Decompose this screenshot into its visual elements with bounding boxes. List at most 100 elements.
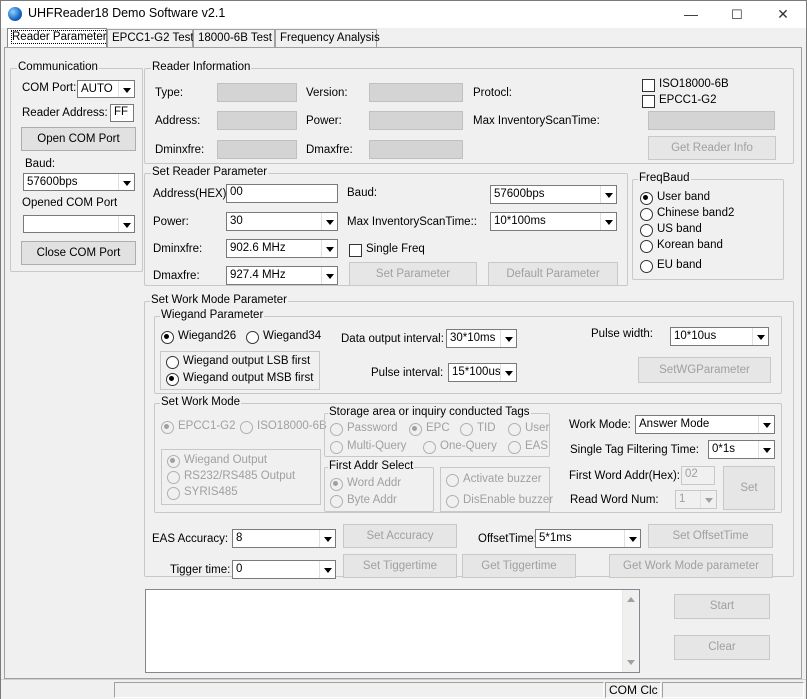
set-dminfre-select[interactable]: 902.6 MHz xyxy=(226,239,338,258)
log-scrollbar[interactable] xyxy=(622,590,639,672)
wiegand-parameter-title: Wiegand Parameter xyxy=(160,309,265,321)
reader-address-input[interactable]: FF xyxy=(110,104,134,122)
chevron-down-icon xyxy=(758,441,774,458)
iso18000-6b-checkbox[interactable]: ISO18000-6B xyxy=(642,78,729,92)
work-mode-epcc1g2-radio[interactable]: EPCC1-G2 xyxy=(161,420,236,434)
msb-first-radio[interactable]: Wiegand output MSB first xyxy=(166,372,313,386)
reader-information-title: Reader Information xyxy=(151,61,252,73)
set-max-inventory-select[interactable]: 10*100ms xyxy=(490,212,617,231)
pulse-interval-value: 15*100us xyxy=(452,366,501,378)
work-mode-iso18000-radio[interactable]: ISO18000-6B xyxy=(240,420,327,434)
tigger-time-select[interactable]: 0 xyxy=(232,560,336,579)
set-wg-parameter-button[interactable]: SetWGParameter xyxy=(638,357,771,383)
scroll-down-icon[interactable] xyxy=(627,660,635,665)
power-readout xyxy=(369,111,463,130)
wiegand34-radio[interactable]: Wiegand34 xyxy=(246,330,321,344)
set-work-mode-button[interactable]: Set xyxy=(723,466,775,510)
eu-band-radio[interactable]: EU band xyxy=(640,259,702,273)
offset-time-select[interactable]: 5*1ms xyxy=(535,529,641,548)
tab-epcc1-g2-test[interactable]: EPCC1-G2 Test xyxy=(107,29,194,48)
set-power-label: Power: xyxy=(153,216,189,228)
get-reader-info-button[interactable]: Get Reader Info xyxy=(648,136,776,160)
read-word-num-select[interactable]: 1 xyxy=(675,490,717,509)
address-readout xyxy=(217,111,297,130)
word-addr-radio[interactable]: Word Addr xyxy=(330,477,401,491)
password-radio[interactable]: Password xyxy=(330,422,398,436)
set-offset-time-button[interactable]: Set OffsetTime xyxy=(648,524,773,548)
one-query-radio[interactable]: One-Query xyxy=(423,440,497,454)
pulse-interval-select[interactable]: 15*100us xyxy=(448,363,517,382)
set-power-select[interactable]: 30 xyxy=(226,212,338,231)
set-accuracy-button[interactable]: Set Accuracy xyxy=(343,524,457,548)
start-button[interactable]: Start xyxy=(674,594,770,619)
log-output-area[interactable] xyxy=(145,589,640,673)
set-tiggertime-button[interactable]: Set Tiggertime xyxy=(343,554,457,578)
us-band-radio[interactable]: US band xyxy=(640,223,702,237)
tigger-time-value: 0 xyxy=(236,563,243,575)
first-word-addr-input[interactable]: 02 xyxy=(681,466,715,485)
tab-reader-parameter[interactable]: Reader Parameter xyxy=(7,28,108,48)
single-freq-checkbox[interactable]: Single Freq xyxy=(349,243,425,257)
open-com-port-button[interactable]: Open COM Port xyxy=(21,127,136,151)
chevron-down-icon xyxy=(758,416,774,433)
disable-buzzer-radio[interactable]: DisEnable buzzer xyxy=(446,494,553,508)
chevron-down-icon xyxy=(319,561,335,578)
baud-select[interactable]: 57600bps xyxy=(23,173,135,191)
communication-group: Communication COM Port: AUTO Reader Addr… xyxy=(10,61,143,272)
reader-address-label: Reader Address: xyxy=(22,107,108,119)
scroll-up-icon[interactable] xyxy=(627,597,635,602)
wiegand26-radio[interactable]: Wiegand26 xyxy=(161,330,236,344)
work-mode-select[interactable]: Answer Mode xyxy=(635,415,775,434)
set-parameter-button[interactable]: Set Parameter xyxy=(349,262,477,286)
set-dmaxfre-select[interactable]: 927.4 MHz xyxy=(226,266,338,285)
get-tiggertime-button[interactable]: Get Tiggertime xyxy=(462,554,576,578)
epcc1-g2-checkbox[interactable]: EPCC1-G2 xyxy=(642,94,717,108)
tid-radio[interactable]: TID xyxy=(460,422,496,436)
data-output-interval-select[interactable]: 30*10ms xyxy=(446,329,517,348)
lsb-first-radio[interactable]: Wiegand output LSB first xyxy=(166,355,310,369)
set-dmaxfre-label: Dmaxfre: xyxy=(153,270,200,282)
freqbaud-group: FreqBaud User band Chinese band2 US band… xyxy=(632,172,784,280)
activate-buzzer-radio[interactable]: Activate buzzer xyxy=(446,473,542,487)
set-dmaxfre-value: 927.4 MHz xyxy=(230,269,286,281)
user-radio[interactable]: User xyxy=(508,422,549,436)
storage-area-title: Storage area or inquiry conducted Tags xyxy=(328,406,531,418)
set-dminfre-value: 902.6 MHz xyxy=(230,242,286,254)
clear-button[interactable]: Clear xyxy=(674,635,770,660)
close-button[interactable]: ✕ xyxy=(760,1,806,28)
maximize-button[interactable]: ☐ xyxy=(714,1,760,28)
read-word-num-value: 1 xyxy=(679,493,686,505)
syris485-radio[interactable]: SYRIS485 xyxy=(167,486,238,500)
wiegand-output-radio[interactable]: Wiegand Output xyxy=(167,454,267,468)
eas-accuracy-select[interactable]: 8 xyxy=(232,529,336,548)
epc-radio[interactable]: EPC xyxy=(409,422,450,436)
chinese-band2-radio[interactable]: Chinese band2 xyxy=(640,207,734,221)
byte-addr-radio[interactable]: Byte Addr xyxy=(330,494,397,508)
output-mode-box: Wiegand Output RS232/RS485 Output SYRIS4… xyxy=(161,449,321,505)
eas-radio[interactable]: EAS xyxy=(508,440,548,454)
chevron-down-icon xyxy=(118,216,134,232)
minimize-button[interactable]: — xyxy=(668,1,714,28)
korean-band-radio[interactable]: Korean band xyxy=(640,239,723,253)
tab-18000-6b-test[interactable]: 18000-6B Test xyxy=(193,29,275,48)
chevron-down-icon xyxy=(321,213,337,230)
pulse-width-select[interactable]: 10*10us xyxy=(670,327,769,346)
offset-time-label: OffsetTime: xyxy=(478,533,537,545)
opened-com-port-label: Opened COM Port xyxy=(22,197,118,209)
address-hex-input[interactable]: 00 xyxy=(226,184,338,203)
get-work-mode-parameter-button[interactable]: Get Work Mode parameter xyxy=(609,554,773,578)
user-band-radio[interactable]: User band xyxy=(640,191,710,205)
dmaxfre-readout xyxy=(369,140,463,159)
default-parameter-button[interactable]: Default Parameter xyxy=(488,262,618,286)
com-port-select[interactable]: AUTO xyxy=(77,80,135,98)
rs232-rs485-output-radio[interactable]: RS232/RS485 Output xyxy=(167,470,295,484)
chevron-down-icon xyxy=(752,328,768,345)
chevron-down-icon xyxy=(600,186,616,203)
baud-label: Baud: xyxy=(25,158,56,170)
multi-query-radio[interactable]: Multi-Query xyxy=(330,440,406,454)
single-tag-filter-select[interactable]: 0*1s xyxy=(708,440,775,459)
tab-frequency-analysis[interactable]: Frequency Analysis xyxy=(275,29,380,48)
set-baud-select[interactable]: 57600bps xyxy=(490,185,617,204)
close-com-port-button[interactable]: Close COM Port xyxy=(21,241,136,265)
opened-com-port-select[interactable] xyxy=(23,215,135,233)
